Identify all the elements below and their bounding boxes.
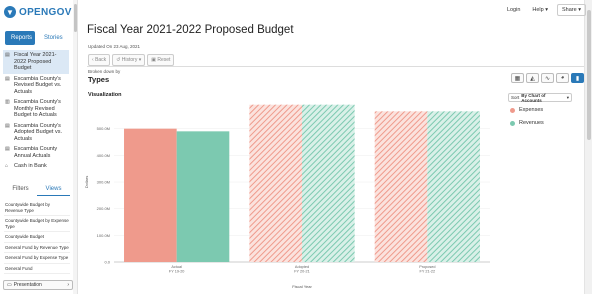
reset-button[interactable]: ▣ Reset [147, 54, 175, 66]
document-icon: ▤ [5, 52, 10, 58]
presentation-label: Presentation [13, 282, 42, 288]
document-icon: ▤ [5, 122, 10, 129]
sidebar-item-annual-actuals[interactable]: ▤ Escambia County Annual Actuals [3, 144, 69, 161]
sidebar-scrollbar-thumb[interactable] [74, 4, 77, 32]
sidebar-item-fy2122-proposed[interactable]: ▤ Fiscal Year 2021-2022 Proposed Budget [3, 50, 69, 74]
sidebar: ▼ OPENGOV Reports Stories ▤ Fiscal Year … [0, 0, 78, 294]
sidebar-item-revised-vs-actuals[interactable]: ▤ Escambia County's Revised Budget vs. A… [3, 74, 69, 98]
opengov-logo-icon: ▼ [4, 6, 16, 18]
view-item[interactable]: Countywide Budget [4, 232, 70, 243]
sidebar-item-label: Cash in Bank [14, 163, 47, 169]
sidebar-subtabs: Filters Views [4, 184, 70, 196]
x-axis-label: Fiscal Year [292, 284, 312, 289]
tab-views[interactable]: Views [37, 184, 70, 196]
y-tick-label: 0.0 [104, 260, 110, 265]
sidebar-item-cash-in-bank[interactable]: ⌂ Cash in Bank [3, 161, 69, 172]
chevron-right-icon: › [67, 282, 69, 288]
sidebar-item-label: Escambia County's Monthly Revised Budget… [14, 99, 61, 118]
table-view-icon[interactable]: ▦ [511, 73, 524, 83]
broken-down-by-label: Broken down by [88, 69, 121, 74]
y-tick-label: 500.0M [97, 126, 110, 131]
view-item[interactable]: General Fund by Revenue Type [4, 243, 70, 253]
breakdown-value[interactable]: Types [88, 75, 109, 84]
bar-expenses[interactable] [249, 104, 302, 263]
sidebar-item-label: Escambia County Annual Actuals [14, 146, 58, 159]
tab-filters[interactable]: Filters [4, 184, 37, 196]
y-tick-label: 300.0M [97, 180, 110, 185]
bar-revenues[interactable] [302, 104, 355, 263]
presentation-button[interactable]: ▭ Presentation › [3, 280, 73, 290]
sidebar-item-adopted-vs-actuals[interactable]: ▤ Escambia County's Adopted Budget vs. A… [3, 121, 69, 145]
x-tick-label: FY 21-22 [420, 270, 436, 274]
bar-chart: 0.0 100.0M 200.0M 300.0M 400.0M 500.0M Dollars… [84, 104, 490, 289]
updated-date: Updated On 23 Aug, 2021 [88, 44, 141, 49]
view-item[interactable]: General Fund by Expense Type [4, 253, 70, 264]
view-item[interactable]: General Fund [4, 264, 70, 274]
document-icon: ▤ [5, 146, 10, 152]
top-nav: Login Help ▾ Share ▾ [504, 4, 586, 16]
x-tick-label: Actual [171, 265, 182, 269]
sidebar-item-label: Escambia County's Revised Budget vs. Act… [14, 75, 62, 95]
page-title: Fiscal Year 2021-2022 Proposed Budget [87, 24, 294, 36]
tab-reports[interactable]: Reports [5, 31, 35, 45]
sidebar-tabs: Reports Stories [5, 31, 66, 45]
bar-chart-icon[interactable]: ▮ [571, 73, 584, 83]
chart-type-switcher: ▦ ◭ ∿ ◕ ▮ [511, 73, 584, 83]
login-link[interactable]: Login [504, 5, 523, 15]
y-axis-label: Dollars [84, 176, 89, 188]
history-button[interactable]: ↺ History ▾ [112, 54, 146, 66]
y-tick-label: 100.0M [97, 233, 110, 238]
main-scrollbar-thumb[interactable] [587, 10, 591, 140]
pie-chart-icon[interactable]: ◕ [556, 73, 569, 83]
sidebar-item-label: Fiscal Year 2021-2022 Proposed Budget [14, 52, 57, 71]
help-menu[interactable]: Help ▾ [529, 5, 551, 15]
bar-revenues[interactable] [176, 131, 230, 262]
logo-text: OPENGOV [19, 6, 72, 18]
x-tick-label: Proposed [419, 265, 435, 269]
bar-expenses[interactable] [124, 128, 177, 262]
view-item[interactable]: Countywide Budget by Revenue Type [4, 200, 70, 216]
y-tick-label: 400.0M [97, 153, 110, 158]
x-tick-label: FY 19-20 [169, 270, 185, 274]
chevron-down-icon: ▾ [543, 7, 549, 13]
line-chart-icon[interactable]: ∿ [541, 73, 554, 83]
views-list: Countywide Budget by Revenue Type County… [4, 200, 70, 274]
view-item[interactable]: Countywide Budget by Expense Type [4, 216, 70, 232]
bank-icon: ⌂ [5, 163, 9, 169]
y-tick-label: 200.0M [97, 206, 110, 211]
main-scrollbar[interactable] [584, 0, 592, 294]
x-tick-label: Adopted [295, 265, 309, 269]
bar-revenues[interactable] [427, 111, 480, 262]
x-tick-label: FY 20-21 [294, 270, 310, 274]
sidebar-item-label: Escambia County's Adopted Budget vs. Act… [14, 122, 63, 142]
divider [87, 66, 584, 67]
sidebar-item-monthly-revised[interactable]: ▥ Escambia County's Monthly Revised Budg… [3, 97, 69, 121]
history-toolbar: ‹ Back ↺ History ▾ ▣ Reset [88, 54, 175, 66]
bar-expenses[interactable] [374, 111, 428, 262]
opengov-logo[interactable]: ▼ OPENGOV [4, 6, 72, 18]
presentation-icon: ▭ [7, 282, 12, 288]
report-list: ▤ Fiscal Year 2021-2022 Proposed Budget … [3, 50, 69, 172]
chevron-down-icon: ▾ [576, 7, 581, 13]
chevron-down-icon: ▾ [137, 57, 142, 63]
share-button[interactable]: Share ▾ [557, 4, 586, 16]
main-content: Fiscal Year 2021-2022 Proposed Budget Up… [78, 0, 592, 294]
area-chart-icon[interactable]: ◭ [526, 73, 539, 83]
back-button[interactable]: ‹ Back [88, 54, 111, 66]
bar-chart-icon: ▥ [5, 99, 10, 105]
tab-stories[interactable]: Stories [38, 31, 66, 45]
document-icon: ▤ [5, 75, 10, 82]
